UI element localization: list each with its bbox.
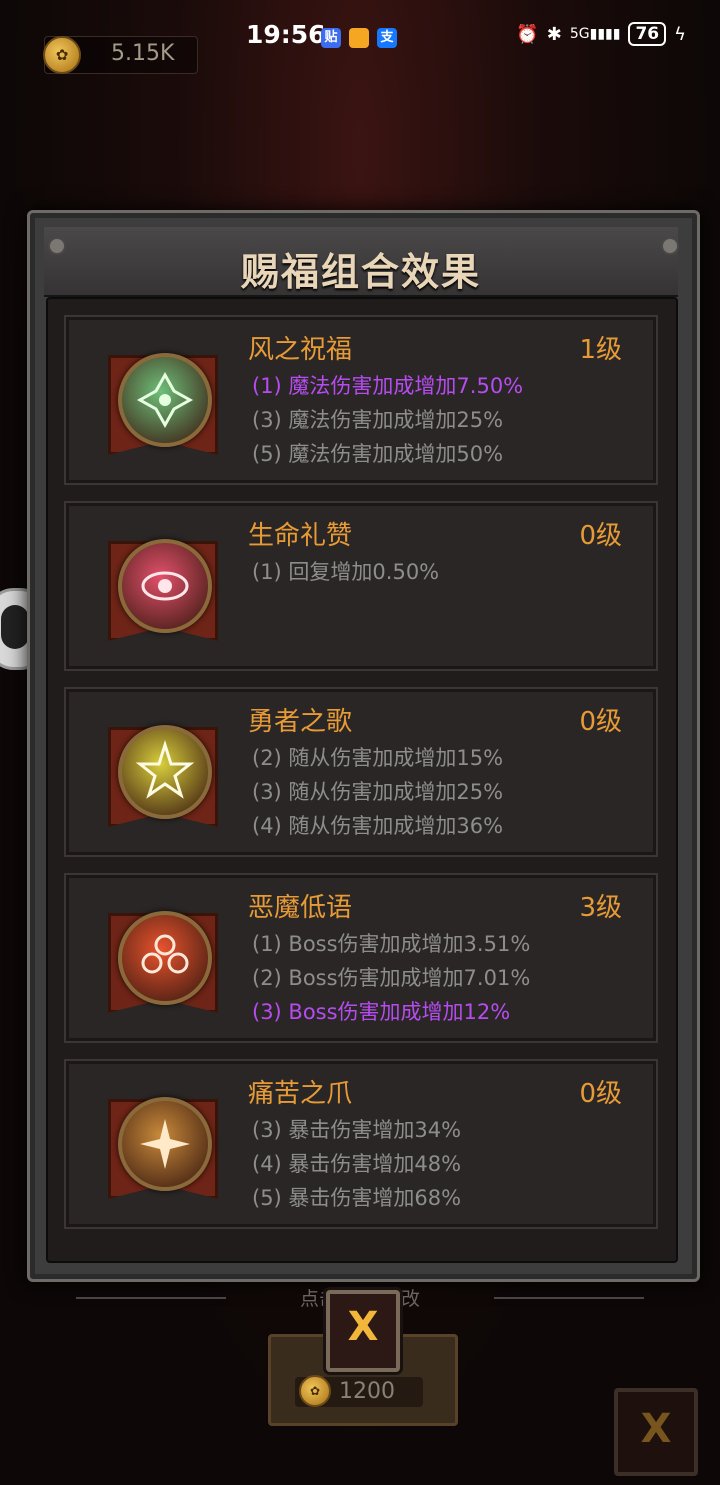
- top-currency-display: ✿ 5.15K: [43, 36, 198, 74]
- blessing-name: 风之祝福: [248, 335, 353, 365]
- hero-star-icon: [118, 725, 212, 819]
- effect-line: (5) 魔法伤害加成增加50%: [252, 442, 504, 466]
- effect-line: (3) 魔法伤害加成增加25%: [252, 408, 504, 432]
- pain-claw-icon: [118, 1097, 212, 1191]
- blessing-card[interactable]: 生命礼赞 0级 (1) 回复增加0.50%: [64, 501, 658, 671]
- blessing-name: 生命礼赞: [248, 521, 353, 551]
- blessing-level: 0级: [579, 1079, 622, 1109]
- blessing-level: 3级: [579, 893, 622, 923]
- blessing-level: 1级: [579, 335, 622, 365]
- blessing-level: 0级: [579, 707, 622, 737]
- effect-line: (1) 回复增加0.50%: [252, 560, 440, 584]
- status-time: 19:56: [246, 20, 326, 49]
- blessing-name: 恶魔低语: [248, 893, 353, 923]
- paw-coin-icon: ✿: [299, 1375, 331, 1407]
- effect-line-active: (3) Boss伤害加成增加12%: [252, 1000, 511, 1024]
- penguin-icon: [1, 605, 29, 649]
- taobao-app-icon: [349, 28, 369, 48]
- effect-line: (3) 暴击伤害增加34%: [252, 1118, 462, 1142]
- alipay-app-icon: 支: [377, 28, 397, 48]
- effect-list: (1) 魔法伤害加成增加7.50% (3) 魔法伤害加成增加25% (5) 魔法伤害…: [252, 369, 523, 471]
- effect-list: (3) 暴击伤害增加34% (4) 暴击伤害增加48% (5) 暴击伤害增加68%: [252, 1113, 461, 1215]
- effect-list: (2) 随从伤害加成增加15% (3) 随从伤害加成增加25% (4) 随从伤害加成…: [252, 741, 503, 843]
- tieba-app-icon: 贴: [321, 28, 341, 48]
- close-icon: X: [347, 1304, 379, 1350]
- effect-line: (5) 暴击伤害增加68%: [252, 1186, 462, 1210]
- system-icons: ⏰ ✱ 5G▮▮▮▮ 76 ϟ: [516, 22, 686, 46]
- blessing-card[interactable]: 勇者之歌 0级 (2) 随从伤害加成增加15% (3) 随从伤害加成增加25% (4) …: [64, 687, 658, 857]
- close-button[interactable]: X: [326, 1290, 400, 1372]
- hint-divider-right: [494, 1297, 644, 1299]
- effect-line: (4) 暴击伤害增加48%: [252, 1152, 462, 1176]
- purchase-price: ✿ 1200: [295, 1375, 423, 1407]
- effect-line-active: (1) 魔法伤害加成增加7.50%: [252, 374, 524, 398]
- top-currency-value: 5.15K: [111, 41, 175, 66]
- effect-line: (2) 随从伤害加成增加15%: [252, 746, 504, 770]
- panel-title: 赐福组合效果: [240, 250, 481, 294]
- blessing-level: 0级: [579, 521, 622, 551]
- blessing-name: 痛苦之爪: [248, 1079, 353, 1109]
- effect-line: (2) Boss伤害加成增加7.01%: [252, 966, 531, 990]
- demon-flower-icon: [118, 911, 212, 1005]
- paw-coin-icon: ✿: [43, 36, 81, 74]
- rivet-icon: [661, 237, 679, 255]
- close-icon: X: [640, 1406, 672, 1452]
- blessing-card[interactable]: 风之祝福 1级 (1) 魔法伤害加成增加7.50% (3) 魔法伤害加成增加25% (5…: [64, 315, 658, 485]
- effect-line: (3) 随从伤害加成增加25%: [252, 780, 504, 804]
- life-eye-icon: [118, 539, 212, 633]
- wind-blessing-icon: [118, 353, 212, 447]
- charging-icon: ϟ: [674, 23, 686, 45]
- effect-line: (1) Boss伤害加成增加3.51%: [252, 932, 531, 956]
- purchase-price-value: 1200: [339, 1379, 395, 1404]
- bluetooth-icon: ✱: [546, 23, 562, 45]
- rivet-icon: [48, 237, 66, 255]
- blessing-card[interactable]: 痛苦之爪 0级 (3) 暴击伤害增加34% (4) 暴击伤害增加48% (5) 暴击伤害…: [64, 1059, 658, 1229]
- effect-list: (1) Boss伤害加成增加3.51% (2) Boss伤害加成增加7.01% (3…: [252, 927, 530, 1029]
- effect-list: (1) 回复增加0.50%: [252, 555, 439, 589]
- effect-line: (4) 随从伤害加成增加36%: [252, 814, 504, 838]
- blessing-card[interactable]: 恶魔低语 3级 (1) Boss伤害加成增加3.51% (2) Boss伤害加成增加7…: [64, 873, 658, 1043]
- battery-icon: 76: [628, 22, 667, 46]
- hint-divider-left: [76, 1297, 226, 1299]
- signal-5g-icon: 5G▮▮▮▮: [569, 26, 621, 42]
- background-close-button[interactable]: X: [614, 1388, 698, 1476]
- alarm-icon: ⏰: [516, 23, 539, 45]
- blessing-name: 勇者之歌: [248, 707, 353, 737]
- panel-title-bar: 赐福组合效果: [44, 227, 678, 297]
